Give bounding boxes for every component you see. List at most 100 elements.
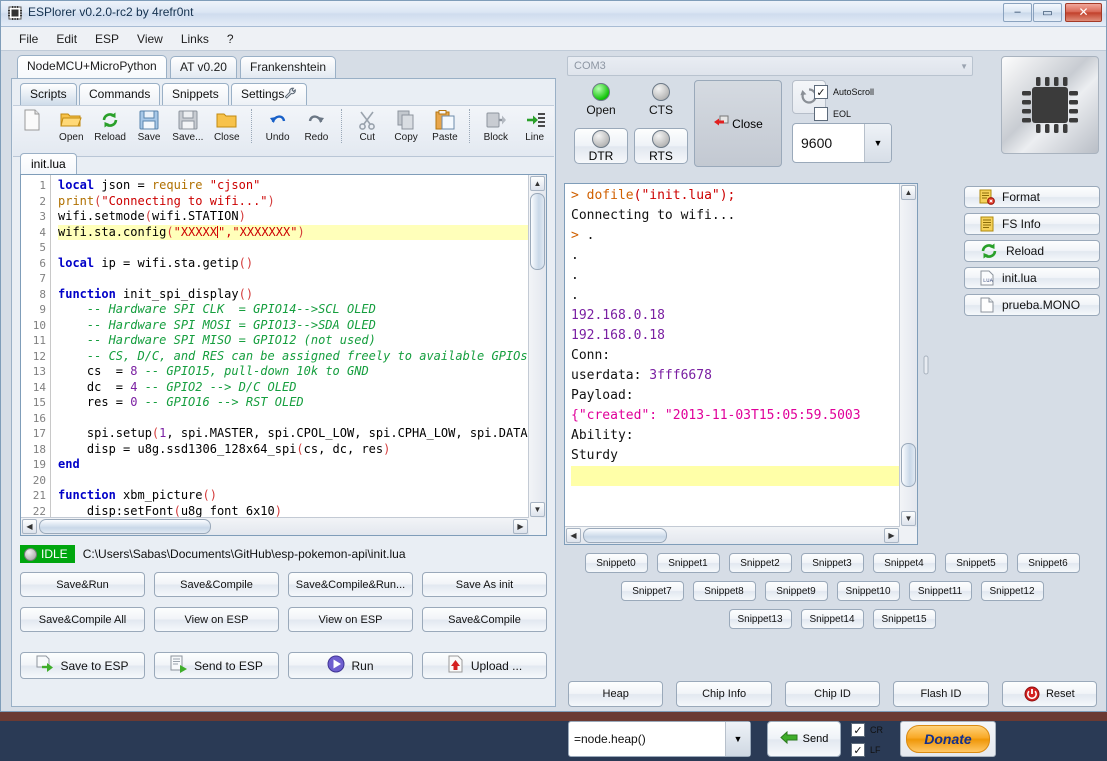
lf-checkbox-row[interactable]: ✓ LF xyxy=(851,743,881,757)
toolbar-undo-button[interactable]: Undo xyxy=(258,109,297,143)
toolbar-new-button[interactable] xyxy=(13,109,52,132)
snippet11-button[interactable]: Snippet11 xyxy=(909,581,972,601)
esp-file-init-lua-button[interactable]: LUAinit.lua xyxy=(964,267,1100,289)
cr-checkbox-row[interactable]: ✓ CR xyxy=(851,723,883,737)
chevron-down-icon[interactable]: ▼ xyxy=(864,124,891,162)
snippet14-button[interactable]: Snippet14 xyxy=(801,609,864,629)
menu-item-links[interactable]: Links xyxy=(173,29,217,49)
toolbar-save-button[interactable]: Save... xyxy=(168,109,207,143)
toolbar-paste-button[interactable]: Paste xyxy=(426,109,465,143)
chevron-down-icon[interactable]: ▼ xyxy=(725,722,750,756)
menu-item-esp[interactable]: ESP xyxy=(87,29,127,49)
toolbar-copy-button[interactable]: Copy xyxy=(387,109,426,143)
editor-horizontal-scrollbar[interactable]: ◀ ▶ xyxy=(21,517,529,535)
serial-console[interactable]: > dofile("init.lua");Connecting to wifi.… xyxy=(564,183,918,545)
close-window-button[interactable]: ✕ xyxy=(1065,3,1102,22)
editor-vscroll-thumb[interactable] xyxy=(530,193,545,270)
file-tab-init-lua[interactable]: init.lua xyxy=(20,153,77,174)
donate-button[interactable]: Donate xyxy=(900,721,996,757)
maximize-button[interactable]: ▭ xyxy=(1033,3,1062,22)
rts-button[interactable]: RTS xyxy=(634,128,688,164)
autoscroll-checkbox-row[interactable]: ✓ AutoScroll xyxy=(814,85,874,99)
minimize-button[interactable]: – xyxy=(1003,3,1032,22)
dtr-button[interactable]: DTR xyxy=(574,128,628,164)
cr-checkbox[interactable]: ✓ xyxy=(851,723,865,737)
chip-id-button[interactable]: Chip ID xyxy=(785,681,880,707)
view-on-esp-button[interactable]: View on ESP xyxy=(154,607,279,632)
save-to-esp-button[interactable]: Save to ESP xyxy=(20,652,145,679)
snippet8-button[interactable]: Snippet8 xyxy=(693,581,756,601)
snippet12-button[interactable]: Snippet12 xyxy=(981,581,1044,601)
com-port-select[interactable]: COM3 ▼ xyxy=(567,56,973,76)
scroll-up-icon[interactable]: ▲ xyxy=(530,176,545,191)
eol-checkbox-row[interactable]: EOL xyxy=(814,107,851,121)
snippet2-button[interactable]: Snippet2 xyxy=(729,553,792,573)
snippet7-button[interactable]: Snippet7 xyxy=(621,581,684,601)
menu-item-item[interactable]: ? xyxy=(219,29,242,49)
tab-settings[interactable]: Settings xyxy=(231,83,307,105)
snippet6-button[interactable]: Snippet6 xyxy=(1017,553,1080,573)
scroll-up-icon[interactable]: ▲ xyxy=(901,185,916,200)
run-button[interactable]: Run xyxy=(288,652,413,679)
menu-item-file[interactable]: File xyxy=(11,29,46,49)
toolbar-cut-button[interactable]: Cut xyxy=(348,109,387,143)
console-vertical-scrollbar[interactable]: ▲ ▼ xyxy=(899,184,917,527)
command-input[interactable]: =node.heap() ▼ xyxy=(568,721,751,757)
editor-hscroll-thumb[interactable] xyxy=(39,519,211,534)
autoscroll-checkbox[interactable]: ✓ xyxy=(814,85,828,99)
device-tab-frankenshtein[interactable]: Frankenshtein xyxy=(240,56,336,78)
toolbar-close-button[interactable]: Close xyxy=(207,109,246,143)
menu-item-view[interactable]: View xyxy=(129,29,171,49)
toolbar-reload-button[interactable]: Reload xyxy=(91,109,130,143)
save-compile-button[interactable]: Save&Compile xyxy=(154,572,279,597)
console-horizontal-scrollbar[interactable]: ◀ ▶ xyxy=(565,526,900,544)
scroll-down-icon[interactable]: ▼ xyxy=(901,511,916,526)
device-tab-at-v0-20[interactable]: AT v0.20 xyxy=(170,56,237,78)
upload-button[interactable]: Upload ... xyxy=(422,652,547,679)
heap-button[interactable]: Heap xyxy=(568,681,663,707)
esp-file-fs-info-button[interactable]: FS Info xyxy=(964,213,1100,235)
esp-file-format-button[interactable]: Format xyxy=(964,186,1100,208)
save-compile-all-button[interactable]: Save&Compile All xyxy=(20,607,145,632)
tab-scripts[interactable]: Scripts xyxy=(20,83,77,105)
snippet4-button[interactable]: Snippet4 xyxy=(873,553,936,573)
esp-file-prueba-mono-button[interactable]: prueba.MONO xyxy=(964,294,1100,316)
save-compile-button[interactable]: Save&Compile xyxy=(422,607,547,632)
menu-item-edit[interactable]: Edit xyxy=(48,29,85,49)
send-to-esp-button[interactable]: Send to ESP xyxy=(154,652,279,679)
save-run-button[interactable]: Save&Run xyxy=(20,572,145,597)
tab-snippets[interactable]: Snippets xyxy=(162,83,229,105)
view-on-esp-button[interactable]: View on ESP xyxy=(288,607,413,632)
console-input-line[interactable] xyxy=(571,466,900,486)
esp-file-reload-button[interactable]: Reload xyxy=(964,240,1100,262)
scroll-left-icon[interactable]: ◀ xyxy=(22,519,37,534)
toolbar-save-button[interactable]: Save xyxy=(130,109,169,143)
baud-rate-select[interactable]: 9600 ▼ xyxy=(792,123,892,163)
reset-button[interactable]: Reset xyxy=(1002,681,1097,707)
send-command-button[interactable]: Send xyxy=(767,721,841,757)
snippet15-button[interactable]: Snippet15 xyxy=(873,609,936,629)
snippet13-button[interactable]: Snippet13 xyxy=(729,609,792,629)
editor-vertical-scrollbar[interactable]: ▲ ▼ xyxy=(528,175,546,518)
close-port-button[interactable]: Close xyxy=(694,80,782,167)
tab-commands[interactable]: Commands xyxy=(79,83,160,105)
save-compile-run-button[interactable]: Save&Compile&Run... xyxy=(288,572,413,597)
console-hscroll-thumb[interactable] xyxy=(583,528,667,543)
scroll-left-icon[interactable]: ◀ xyxy=(566,528,581,543)
code-text-area[interactable]: local json = require "cjson"print("Conne… xyxy=(52,175,529,518)
toolbar-line-button[interactable]: Line xyxy=(515,109,554,143)
snippet5-button[interactable]: Snippet5 xyxy=(945,553,1008,573)
snippet3-button[interactable]: Snippet3 xyxy=(801,553,864,573)
console-vscroll-thumb[interactable] xyxy=(901,443,916,487)
chip-info-button[interactable]: Chip Info xyxy=(676,681,771,707)
code-editor[interactable]: 12345678910111213141516171819202122 loca… xyxy=(20,174,547,536)
snippet0-button[interactable]: Snippet0 xyxy=(585,553,648,573)
device-tab-nodemcu-micropython[interactable]: NodeMCU+MicroPython xyxy=(17,55,167,79)
scroll-right-icon[interactable]: ▶ xyxy=(513,519,528,534)
save-as-init-button[interactable]: Save As init xyxy=(422,572,547,597)
flash-id-button[interactable]: Flash ID xyxy=(893,681,988,707)
toolbar-open-button[interactable]: Open xyxy=(52,109,91,143)
snippet9-button[interactable]: Snippet9 xyxy=(765,581,828,601)
toolbar-redo-button[interactable]: Redo xyxy=(297,109,336,143)
snippet10-button[interactable]: Snippet10 xyxy=(837,581,900,601)
